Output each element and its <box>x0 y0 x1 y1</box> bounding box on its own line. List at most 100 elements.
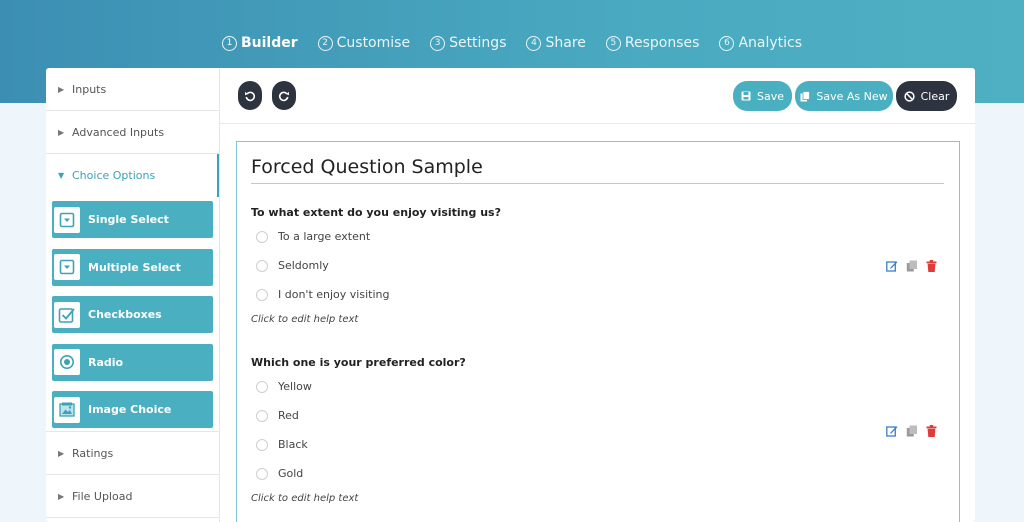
step-number: 4 <box>526 35 542 51</box>
sidebar-section-label: File Upload <box>72 489 133 503</box>
radio-circle[interactable] <box>256 259 268 272</box>
step-analytics[interactable]: 6 Analytics <box>719 31 802 55</box>
caret-right-icon: ▶ <box>58 448 65 458</box>
caret-down-icon: ▼ <box>58 171 65 180</box>
option-label: Red <box>278 409 299 422</box>
ban-icon <box>903 90 915 102</box>
redo-button[interactable] <box>272 81 296 110</box>
radio-option[interactable]: To a large extent <box>251 222 944 251</box>
question-block[interactable]: Which one is your preferred color? Yello… <box>251 356 944 504</box>
delete-icon[interactable] <box>926 425 937 437</box>
save-button[interactable]: Save <box>733 81 792 111</box>
choice-label: Single Select <box>88 213 169 226</box>
option-label: Yellow <box>278 380 312 393</box>
image-icon <box>54 396 80 423</box>
save-icon <box>741 91 751 101</box>
step-settings[interactable]: 3 Settings <box>430 31 506 55</box>
radio-circle[interactable] <box>256 380 268 393</box>
step-label: Customise <box>336 35 411 51</box>
sidebar-section-advanced-inputs[interactable]: ▶ Advanced Inputs <box>46 111 219 154</box>
question-actions <box>886 260 937 272</box>
step-number: 3 <box>430 35 446 51</box>
step-customise[interactable]: 2 Customise <box>317 31 411 55</box>
step-label: Share <box>545 35 586 51</box>
field-multiple-select[interactable]: Multiple Select <box>52 248 213 286</box>
radio-circle[interactable] <box>256 438 268 451</box>
question-actions <box>886 425 937 437</box>
option-label: I don't enjoy visiting <box>278 288 390 301</box>
clear-button[interactable]: Clear <box>896 81 957 111</box>
option-label: Seldomly <box>278 259 329 272</box>
sidebar-section-inputs[interactable]: ▶ Inputs <box>46 68 219 111</box>
choice-options-list: Single Select Multiple Select Checkboxes… <box>46 197 219 432</box>
radio-circle[interactable] <box>256 230 268 243</box>
question-block[interactable]: To what extent do you enjoy visiting us?… <box>251 206 944 325</box>
field-image-choice[interactable]: Image Choice <box>52 391 213 428</box>
step-number: 1 <box>221 35 237 51</box>
copy-icon <box>800 90 811 101</box>
save-label: Save <box>756 89 784 103</box>
choice-label: Radio <box>88 355 124 369</box>
save-as-new-button[interactable]: Save As New <box>795 81 893 111</box>
clear-label: Clear <box>920 89 950 103</box>
sidebar-section-label: Choice Options <box>72 169 156 182</box>
duplicate-icon[interactable] <box>906 260 918 272</box>
radio-circle[interactable] <box>256 288 268 301</box>
caret-right-icon: ▶ <box>58 127 65 137</box>
duplicate-icon[interactable] <box>906 425 918 437</box>
radio-option[interactable]: Seldomly <box>251 251 944 280</box>
step-label: Responses <box>624 35 700 51</box>
sidebar-section-ratings[interactable]: ▶ Ratings <box>46 432 219 475</box>
form-canvas: Forced Question Sample To what extent do… <box>236 141 960 522</box>
radio-option[interactable]: I don't enjoy visiting <box>251 280 944 309</box>
step-number: 2 <box>317 35 333 51</box>
sidebar-section-choice-options[interactable]: ▼ Choice Options <box>46 154 219 197</box>
step-share[interactable]: 4 Share <box>526 31 586 55</box>
field-radio[interactable]: Radio <box>52 343 213 381</box>
choice-label: Image Choice <box>88 403 172 416</box>
field-sidebar: ▶ Inputs ▶ Advanced Inputs ▼ Choice Opti… <box>46 68 220 522</box>
sidebar-section-file-upload[interactable]: ▶ File Upload <box>46 475 219 518</box>
field-checkboxes[interactable]: Checkboxes <box>52 296 213 333</box>
redo-icon <box>278 91 289 101</box>
radio-icon <box>54 349 80 375</box>
form-title[interactable]: Forced Question Sample <box>251 156 944 184</box>
step-label: Analytics <box>738 35 803 51</box>
question-label[interactable]: Which one is your preferred color? <box>251 356 944 372</box>
checkbox-icon <box>54 301 80 328</box>
builder-panel: ▶ Inputs ▶ Advanced Inputs ▼ Choice Opti… <box>46 68 975 522</box>
help-text[interactable]: Click to edit help text <box>251 493 944 504</box>
radio-option[interactable]: Gold <box>251 459 944 488</box>
step-number: 6 <box>719 35 735 51</box>
question-label[interactable]: To what extent do you enjoy visiting us? <box>251 206 944 222</box>
radio-circle[interactable] <box>256 467 268 480</box>
radio-circle[interactable] <box>256 409 268 422</box>
undo-icon <box>245 91 256 101</box>
dropdown-icon <box>54 254 80 280</box>
radio-option[interactable]: Black <box>251 430 944 459</box>
undo-button[interactable] <box>238 81 262 110</box>
caret-right-icon: ▶ <box>58 84 65 94</box>
caret-right-icon: ▶ <box>58 491 65 501</box>
sidebar-section-label: Inputs <box>72 82 107 96</box>
step-label: Settings <box>449 35 507 51</box>
edit-icon[interactable] <box>886 260 898 272</box>
step-label: Builder <box>240 35 298 51</box>
dropdown-icon <box>54 206 80 233</box>
delete-icon[interactable] <box>926 260 937 272</box>
step-builder[interactable]: 1 Builder <box>221 31 298 55</box>
builder-toolbar: Save Save As New Clear <box>220 68 975 124</box>
field-single-select[interactable]: Single Select <box>52 201 213 238</box>
sidebar-section-label: Ratings <box>72 446 114 460</box>
option-label: To a large extent <box>278 230 371 243</box>
step-responses[interactable]: 5 Responses <box>605 31 700 55</box>
radio-option[interactable]: Yellow <box>251 372 944 401</box>
wizard-steps: 1 Builder 2 Customise 3 Settings 4 Share… <box>0 31 1024 55</box>
help-text[interactable]: Click to edit help text <box>251 314 944 325</box>
sidebar-section-label: Advanced Inputs <box>72 125 165 139</box>
step-number: 5 <box>605 35 621 51</box>
edit-icon[interactable] <box>886 425 898 437</box>
choice-label: Checkboxes <box>88 308 162 321</box>
save-as-new-label: Save As New <box>816 89 888 103</box>
radio-option[interactable]: Red <box>251 401 944 430</box>
